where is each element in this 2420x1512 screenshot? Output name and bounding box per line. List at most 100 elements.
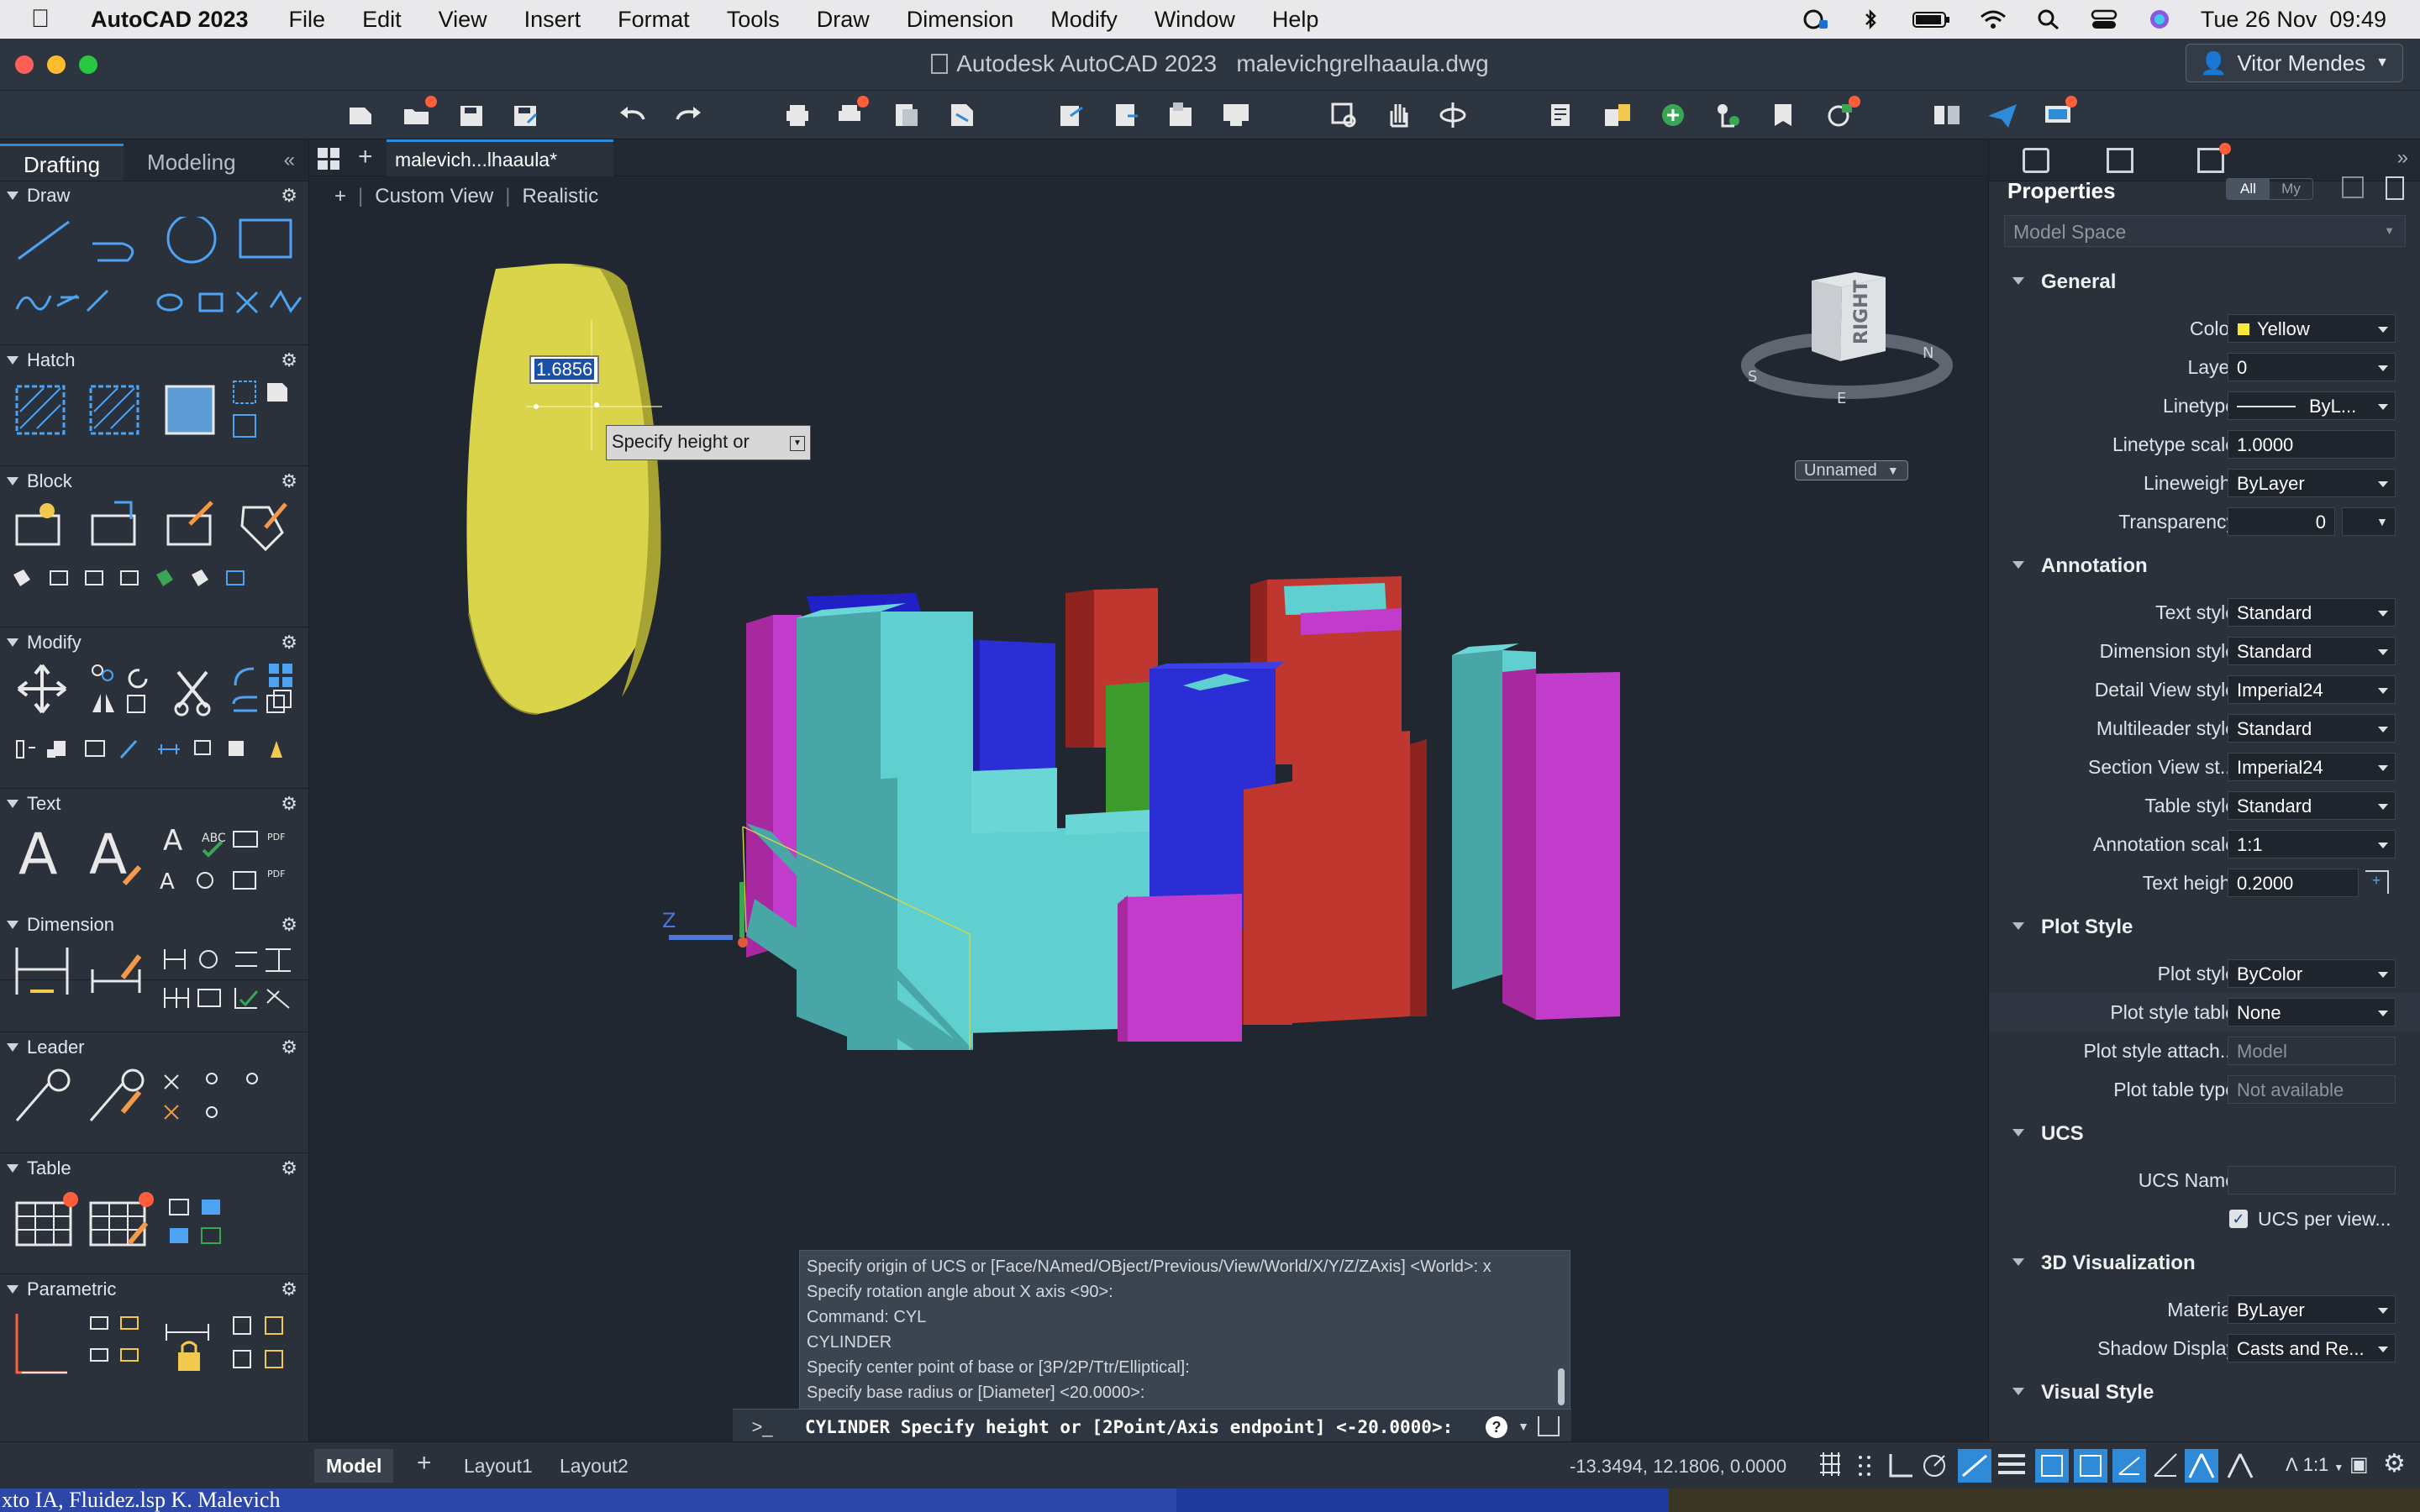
dimension-style-select[interactable]: Standard [2228,637,2396,665]
batch-plot-icon[interactable] [832,96,869,133]
quick-select-icon[interactable] [2342,176,2364,198]
command-prompt-icon[interactable]: >_ [733,1416,792,1438]
apple-icon[interactable]:  [15,5,66,34]
multileader-style-select[interactable]: Standard [2228,714,2396,743]
plot-icon[interactable] [780,97,815,133]
filter-all[interactable]: All [2227,179,2270,199]
transparency-input[interactable]: 0 [2228,507,2335,536]
menu-modify[interactable]: Modify [1050,7,1118,33]
gear-icon[interactable]: ⚙ [281,632,297,654]
group-ucs[interactable]: UCS [1989,1117,2420,1151]
document-tab[interactable]: malevich...lhaaula* [387,139,613,176]
pan-icon[interactable] [1381,97,1417,133]
menu-tools[interactable]: Tools [727,7,780,33]
command-line[interactable]: Specify origin of UCS or [Face/NAmed/OBj… [733,1250,1571,1444]
shadow-display-select[interactable]: Casts and Re... [2228,1334,2396,1362]
workspace-switch-icon[interactable]: ▣ [2349,1452,2369,1477]
blocks-palette-icon[interactable] [1929,97,1965,133]
share-command-icon[interactable] [1538,1416,1560,1436]
group-general[interactable]: General [1989,265,2420,299]
text-style-select[interactable]: Standard [2228,598,2396,627]
annotation-scale-status[interactable]: Λ 1:1 ▼ [2286,1454,2344,1476]
tab-layout1[interactable]: Layout1 [452,1449,544,1483]
collapse-panel-icon[interactable]: « [284,149,295,172]
section-modify-header[interactable]: Modify ⚙ [0,628,309,657]
section-leader-header[interactable]: Leader ⚙ [0,1033,309,1062]
group-3d-visualization[interactable]: 3D Visualization [1989,1247,2420,1280]
linetype-scale-input[interactable]: 1.0000 [2228,430,2396,459]
gear-icon[interactable]: ⚙ [2383,1449,2406,1478]
modify-tools[interactable] [13,660,299,769]
ucs-per-view-checkbox[interactable]: ✓ [2229,1210,2248,1228]
save-icon[interactable] [454,97,489,133]
table-tools[interactable] [13,1188,299,1263]
gear-icon[interactable]: ⚙ [281,185,297,207]
menu-edit[interactable]: Edit [362,7,402,33]
plot-style-table-select[interactable]: None [2228,998,2396,1026]
dynamic-input-field[interactable]: 1.6856 [529,355,600,384]
group-annotation[interactable]: Annotation [1989,549,2420,583]
dimension-tools[interactable] [13,944,299,1020]
pin-icon[interactable] [2386,176,2404,200]
clock[interactable]: Tue 26 Nov 09:49 [2201,7,2386,33]
help-icon[interactable]: ? [1486,1416,1507,1438]
match-properties-icon[interactable] [1600,97,1635,133]
menu-format[interactable]: Format [618,7,690,33]
new-layout-button[interactable]: + [417,1449,432,1478]
block-tools[interactable] [13,499,299,600]
tab-layout2[interactable]: Layout2 [548,1449,640,1483]
tool-palettes-icon[interactable] [1711,97,1746,133]
filter-my[interactable]: My [2270,179,2312,199]
section-block-header[interactable]: Block ⚙ [0,467,309,496]
section-parametric-header[interactable]: Parametric ⚙ [0,1275,309,1304]
save-as-icon[interactable] [508,97,543,133]
attach-icon[interactable] [1163,97,1198,133]
layers-tab-icon[interactable] [2107,148,2133,173]
detail-view-style-select[interactable]: Imperial24 [2228,675,2396,704]
design-center-icon[interactable] [1655,97,1691,133]
gear-icon[interactable]: ⚙ [281,470,297,492]
history-scrollbar[interactable] [1558,1368,1565,1405]
zoom-window-icon[interactable] [1326,97,1361,133]
start-tab-icon[interactable] [318,148,339,170]
coordinates-readout[interactable]: -13.3494, 12.1806, 0.0000 [1570,1456,1786,1478]
menu-window[interactable]: Window [1155,7,1235,33]
export-pdf-icon[interactable] [944,97,980,133]
redo-icon[interactable] [671,97,706,133]
desktop-connector-icon[interactable] [2040,96,2077,133]
layer-select[interactable]: 0 [2228,353,2396,381]
import-icon[interactable] [1109,97,1144,133]
share-icon[interactable] [1054,97,1089,133]
group-visual-style[interactable]: Visual Style [1989,1376,2420,1410]
wifi-icon[interactable] [1979,8,2007,30]
annotation-scale-select[interactable]: 1:1 [2228,830,2396,858]
tab-model[interactable]: Model [314,1449,394,1483]
sheet-set-icon[interactable] [1766,97,1802,133]
menu-insert[interactable]: Insert [524,7,581,33]
dynamic-input-tooltip[interactable]: Specify height or ▼ [606,425,811,460]
undo-icon[interactable] [615,97,650,133]
command-input[interactable]: >_ CYLINDER Specify height or [2Point/Ax… [733,1409,1571,1444]
hatch-tools[interactable] [13,378,299,445]
ucs-dropdown[interactable]: Unnamed ▼ [1795,460,1908,480]
expand-icon[interactable]: » [2397,146,2408,170]
viewcube[interactable]: RIGHT S N E [1738,252,1956,428]
properties-icon[interactable] [1544,97,1580,133]
bluetooth-icon[interactable] [1856,8,1885,30]
markup-icon[interactable] [1823,96,1860,133]
web-mobile-icon[interactable] [1218,97,1254,133]
creative-cloud-icon[interactable] [1801,8,1829,30]
section-draw-header[interactable]: Draw ⚙ [0,181,309,210]
text-tools[interactable]: A A A ABC PDF A PDF [13,822,299,897]
control-center-icon[interactable] [2090,8,2118,30]
user-account-button[interactable]: 👤 Vitor Mendes ▼ [2186,44,2403,82]
spotlight-search-icon[interactable] [2034,8,2063,30]
publish-icon[interactable] [889,97,924,133]
filter-toggle[interactable]: All My [2226,178,2313,200]
gear-icon[interactable]: ⚙ [281,793,297,815]
battery-icon[interactable] [1912,8,1952,30]
send-feedback-icon[interactable] [1985,97,2020,133]
linetype-select[interactable]: ByL... [2228,391,2396,420]
chevron-down-icon[interactable]: ▼ [1518,1420,1529,1433]
section-table-header[interactable]: Table ⚙ [0,1154,309,1183]
